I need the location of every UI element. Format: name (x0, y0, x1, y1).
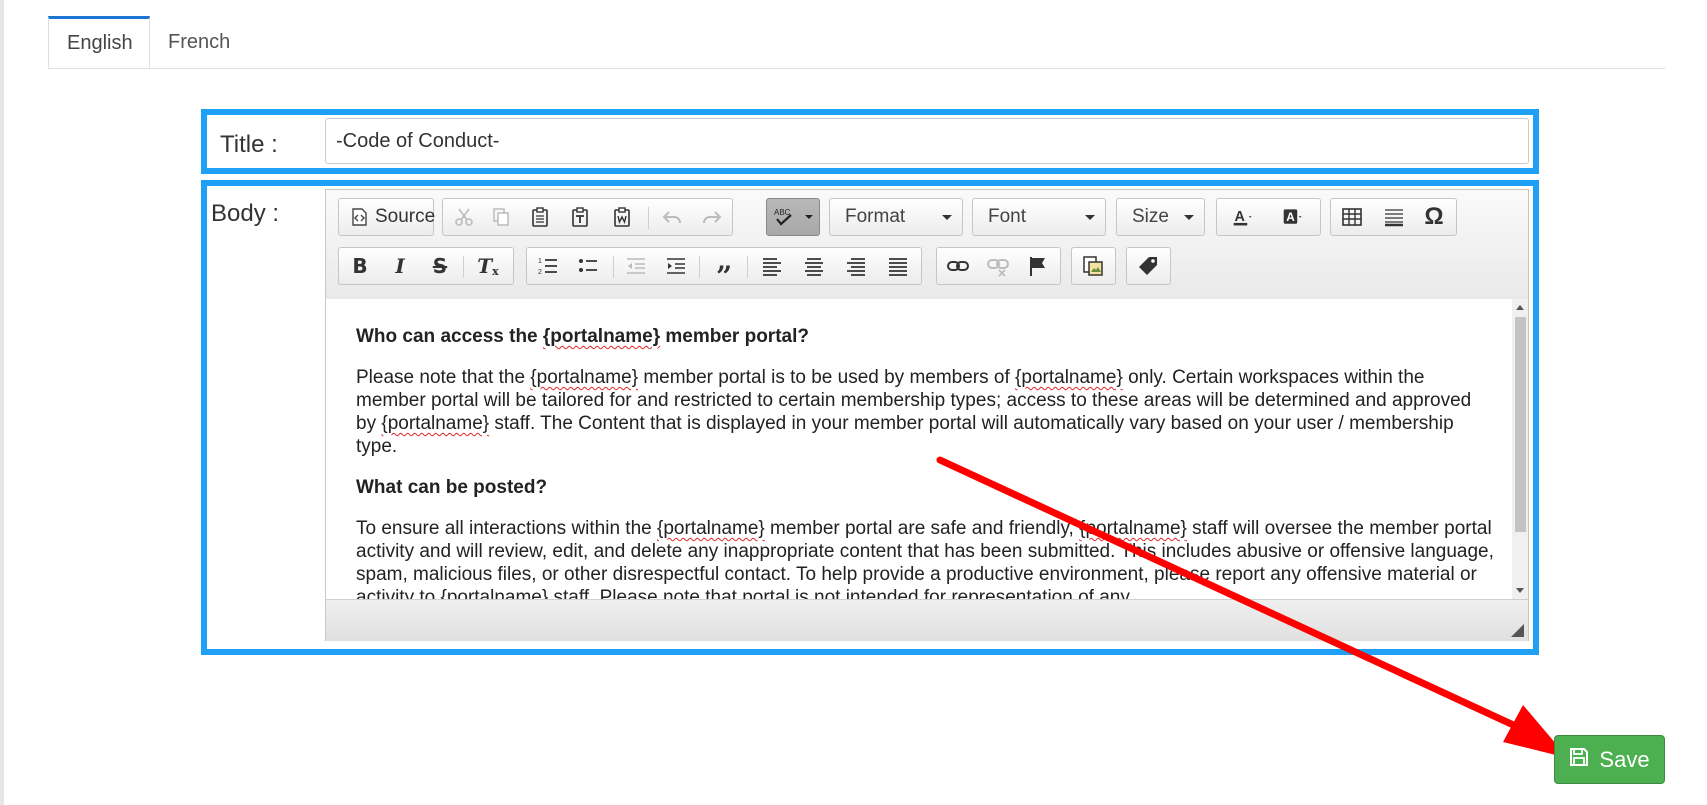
bulleted-list-icon[interactable] (571, 252, 605, 280)
title-label: Title : (220, 131, 278, 158)
size-dropdown[interactable]: Size (1116, 198, 1205, 236)
color-group: A A (1216, 198, 1321, 236)
paste-icon[interactable] (523, 203, 557, 231)
toolbar-separator (699, 256, 700, 278)
source-button[interactable]: Source (338, 198, 436, 236)
decrease-indent-icon[interactable] (619, 252, 653, 280)
chevron-down-icon (1184, 215, 1194, 220)
language-tabs: English French (48, 16, 1665, 69)
table-icon[interactable] (1335, 203, 1369, 231)
chevron-down-icon (805, 215, 813, 219)
paste-word-icon[interactable] (605, 203, 639, 231)
toolbar-separator (463, 256, 464, 278)
justify-icon[interactable] (881, 252, 915, 280)
font-label: Font (988, 206, 1027, 227)
redo-icon[interactable] (695, 203, 729, 231)
remove-format-icon[interactable]: Tx (471, 252, 505, 280)
format-dropdown[interactable]: Format (829, 198, 963, 236)
spellcheck-icon: ABC (769, 203, 799, 231)
undo-icon[interactable] (655, 203, 689, 231)
tab-english[interactable]: English (48, 16, 150, 68)
templates-button[interactable] (1071, 247, 1116, 285)
numbered-list-icon[interactable]: 12 (531, 252, 565, 280)
background-color-icon[interactable]: A (1273, 203, 1313, 231)
basic-styles-group: B I S Tx (338, 247, 514, 285)
svg-text:A: A (1286, 210, 1295, 224)
toolbar-separator (747, 256, 748, 278)
content-paragraph: To ensure all interactions within the {p… (356, 518, 1494, 599)
paste-text-icon[interactable] (563, 203, 597, 231)
content-scrollbar[interactable] (1512, 299, 1528, 599)
svg-text:1: 1 (538, 258, 542, 265)
chevron-down-icon (942, 215, 952, 220)
format-label: Format (845, 206, 906, 227)
templates-icon (1076, 252, 1110, 280)
chevron-down-icon (1085, 215, 1095, 220)
horizontal-line-icon[interactable] (1377, 203, 1411, 231)
scroll-down-icon[interactable] (1516, 588, 1524, 593)
editor-toolbar: Source ABC Format Font Size A A Ω B I S … (326, 190, 1528, 300)
align-right-icon[interactable] (839, 252, 873, 280)
toolbar-separator (613, 256, 614, 278)
rich-text-editor: Source ABC Format Font Size A A Ω B I S … (325, 189, 1529, 641)
special-character-icon[interactable]: Ω (1417, 203, 1451, 231)
anchor-icon[interactable] (1021, 252, 1055, 280)
editor-statusbar (326, 599, 1528, 641)
italic-icon[interactable]: I (383, 252, 417, 280)
copy-icon[interactable] (484, 203, 518, 231)
content-heading: Who can access the {portalname} member p… (356, 326, 809, 347)
blockquote-icon[interactable]: ” (707, 252, 741, 293)
left-edge-border (0, 0, 4, 805)
spellcheck-button[interactable]: ABC (766, 198, 820, 236)
font-dropdown[interactable]: Font (972, 198, 1106, 236)
save-button[interactable]: Save (1554, 735, 1665, 784)
svg-text:ABC: ABC (774, 208, 791, 217)
strikethrough-icon[interactable]: S (423, 252, 457, 280)
clipboard-group (442, 198, 733, 236)
save-icon (1569, 747, 1589, 773)
cut-icon[interactable] (447, 203, 481, 231)
source-icon (349, 207, 369, 233)
content-paragraph: Please note that the {portalname} member… (356, 367, 1472, 457)
bold-icon[interactable]: B (343, 252, 377, 280)
align-left-icon[interactable] (755, 252, 789, 280)
body-label: Body : (211, 200, 280, 227)
link-icon[interactable] (941, 252, 975, 280)
svg-text:2: 2 (538, 269, 542, 276)
unlink-icon[interactable] (981, 252, 1015, 280)
toolbar-separator (648, 207, 649, 229)
scrollbar-thumb[interactable] (1515, 317, 1526, 532)
tab-french[interactable]: French (150, 16, 250, 68)
resize-handle-icon[interactable] (1511, 624, 1524, 637)
tag-icon (1131, 252, 1165, 280)
insert-group: Ω (1330, 198, 1457, 236)
links-group (936, 247, 1061, 285)
paragraph-group: 12 ” (526, 247, 922, 293)
editor-content-area[interactable]: Who can access the {portalname} member p… (326, 299, 1512, 599)
text-color-icon[interactable]: A (1223, 203, 1263, 231)
title-input[interactable] (325, 118, 1529, 164)
scroll-up-icon[interactable] (1516, 305, 1524, 310)
size-label: Size (1132, 206, 1169, 227)
source-label: Source (375, 206, 436, 227)
content-heading: What can be posted? (356, 477, 548, 498)
tag-button[interactable] (1126, 247, 1171, 285)
save-label: Save (1599, 746, 1650, 772)
align-center-icon[interactable] (797, 252, 831, 280)
svg-text:A: A (1235, 209, 1245, 225)
increase-indent-icon[interactable] (659, 252, 693, 280)
